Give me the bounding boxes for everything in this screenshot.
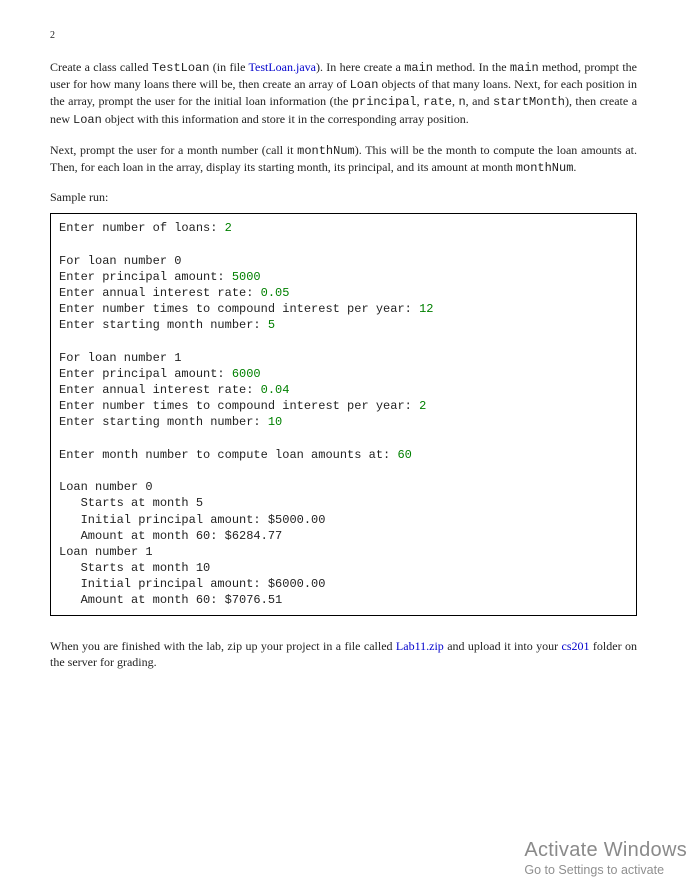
code-line: Enter number times to compound interest …	[59, 399, 419, 413]
code-line: Enter annual interest rate:	[59, 286, 261, 300]
user-input: 0.04	[261, 383, 290, 397]
paragraph-1: Create a class called TestLoan (in file …	[50, 59, 637, 128]
code-line: Initial principal amount: $5000.00	[59, 513, 325, 527]
user-input: 2	[225, 221, 232, 235]
code-line: Enter number of loans:	[59, 221, 225, 235]
text: When you are finished with the lab, zip …	[50, 639, 396, 653]
code-line: Enter principal amount:	[59, 270, 232, 284]
link-testloan-java[interactable]: TestLoan.java	[249, 60, 316, 74]
code-line: Starts at month 10	[59, 561, 210, 575]
user-input: 5	[268, 318, 275, 332]
code-line: Enter starting month number:	[59, 415, 268, 429]
watermark-title: Activate Windows	[524, 839, 687, 862]
code-span: startMonth	[493, 95, 565, 109]
code-line: Initial principal amount: $6000.00	[59, 577, 325, 591]
code-span: rate	[423, 95, 452, 109]
watermark-subtitle: Go to Settings to activate	[524, 863, 687, 877]
code-line: Starts at month 5	[59, 496, 203, 510]
code-line: Enter principal amount:	[59, 367, 232, 381]
text: and upload it into your	[444, 639, 562, 653]
code-line: Loan number 0	[59, 480, 153, 494]
code-span: monthNum	[516, 161, 574, 175]
code-line: Loan number 1	[59, 545, 153, 559]
user-input: 2	[419, 399, 426, 413]
sample-run-label: Sample run:	[50, 190, 637, 205]
text: Create a class called	[50, 60, 152, 74]
user-input: 12	[419, 302, 433, 316]
text: , and	[466, 94, 493, 108]
code-span: monthNum	[297, 144, 355, 158]
link-lab11-zip[interactable]: Lab11.zip	[396, 639, 444, 653]
code-line: Enter month number to compute loan amoun…	[59, 448, 397, 462]
user-input: 0.05	[261, 286, 290, 300]
code-line: Enter starting month number:	[59, 318, 268, 332]
code-line: Amount at month 60: $6284.77	[59, 529, 282, 543]
paragraph-3: When you are finished with the lab, zip …	[50, 638, 637, 670]
code-span: Loan	[350, 78, 379, 92]
text: (in file	[209, 60, 248, 74]
code-span: principal	[352, 95, 417, 109]
code-line: For loan number 1	[59, 351, 181, 365]
user-input: 10	[268, 415, 282, 429]
windows-activation-watermark: Activate Windows Go to Settings to activ…	[524, 839, 687, 877]
text: ). In here create a	[316, 60, 404, 74]
paragraph-2: Next, prompt the user for a month number…	[50, 142, 637, 176]
text: method. In the	[433, 60, 510, 74]
code-span: n	[458, 95, 465, 109]
code-line: For loan number 0	[59, 254, 181, 268]
code-line: Enter annual interest rate:	[59, 383, 261, 397]
user-input: 6000	[232, 367, 261, 381]
document-page: 2 Create a class called TestLoan (in fil…	[0, 0, 687, 714]
code-span: TestLoan	[152, 61, 210, 75]
code-line: Enter number times to compound interest …	[59, 302, 419, 316]
code-span: Loan	[73, 113, 102, 127]
code-span: main	[404, 61, 433, 75]
text: .	[573, 160, 576, 174]
code-line: Amount at month 60: $7076.51	[59, 593, 282, 607]
link-cs201[interactable]: cs201	[562, 639, 590, 653]
user-input: 5000	[232, 270, 261, 284]
sample-output-box: Enter number of loans: 2 For loan number…	[50, 213, 637, 616]
text: object with this information and store i…	[102, 112, 469, 126]
user-input: 60	[397, 448, 411, 462]
text: Next, prompt the user for a month number…	[50, 143, 297, 157]
code-span: main	[510, 61, 539, 75]
page-number: 2	[50, 30, 637, 41]
